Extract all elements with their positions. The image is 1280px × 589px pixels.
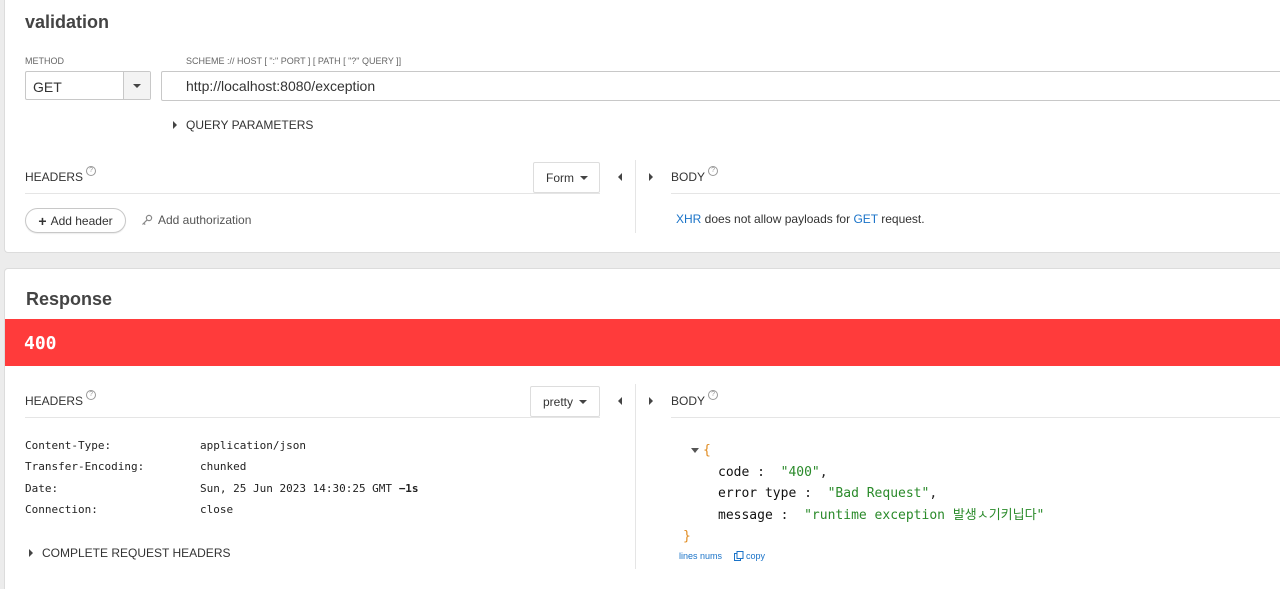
json-field: code : "400", bbox=[718, 464, 828, 480]
json-key: message bbox=[718, 507, 773, 523]
status-bar: 400 bbox=[5, 319, 1280, 366]
json-open-line: { bbox=[691, 440, 1044, 462]
chevron-down-icon bbox=[133, 84, 141, 88]
json-value: "400" bbox=[780, 464, 820, 480]
header-value: close bbox=[200, 503, 234, 517]
response-panel: Response 400 HEADERS ? pretty BODY ? Con… bbox=[4, 268, 1280, 589]
lines-nums-link[interactable]: lines nums bbox=[679, 551, 722, 561]
copy-icon bbox=[734, 551, 744, 561]
header-key: Content-Type: bbox=[25, 439, 112, 453]
header-time-delta: −1s bbox=[398, 481, 419, 495]
method-select[interactable]: GET bbox=[25, 71, 151, 100]
divider bbox=[25, 417, 600, 418]
help-icon[interactable]: ? bbox=[86, 390, 97, 400]
header-row: Transfer-Encoding: chunked bbox=[25, 456, 419, 477]
json-close-line: } bbox=[683, 526, 1044, 548]
request-body-title: BODY ? bbox=[671, 166, 719, 184]
url-format-label: SCHEME :// HOST [ ":" PORT ] [ PATH [ "?… bbox=[186, 56, 402, 66]
json-value: "runtime exception 발생ㅅ기키닙다" bbox=[804, 507, 1045, 523]
header-value: application/json bbox=[200, 439, 306, 453]
response-body-title: BODY ? bbox=[671, 390, 719, 408]
body-label: BODY bbox=[671, 394, 706, 408]
plus-icon: + bbox=[38, 212, 47, 229]
json-field: error type : "Bad Request", bbox=[718, 486, 938, 501]
header-row: Date: Sun, 25 Jun 2023 14:30:25 GMT −1s bbox=[25, 478, 419, 499]
expand-right-icon[interactable] bbox=[649, 397, 653, 405]
json-open-brace: { bbox=[703, 443, 711, 458]
json-key: error type bbox=[718, 486, 797, 501]
add-authorization-link[interactable]: Add authorization bbox=[141, 213, 251, 227]
divider bbox=[671, 193, 1280, 194]
help-icon[interactable]: ? bbox=[708, 166, 719, 176]
copy-label: copy bbox=[746, 551, 766, 561]
headers-mode-dropdown[interactable]: Form bbox=[533, 162, 600, 193]
xhr-link[interactable]: XHR bbox=[676, 212, 701, 226]
divider bbox=[635, 384, 636, 569]
complete-request-headers-toggle[interactable]: COMPLETE REQUEST HEADERS bbox=[29, 546, 230, 560]
body-label: BODY bbox=[671, 170, 706, 184]
header-value: Sun, 25 Jun 2023 14:30:25 GMT bbox=[200, 481, 399, 495]
response-headers-table: Content-Type: application/json Transfer-… bbox=[25, 435, 419, 520]
caret-right-icon bbox=[173, 121, 177, 129]
json-sep: , bbox=[819, 464, 828, 480]
json-viewer-actions: lines nums copy bbox=[679, 551, 765, 561]
json-field: message : "runtime exception 발생ㅅ기키닙다" bbox=[718, 507, 1045, 523]
method-label: METHOD bbox=[25, 56, 64, 66]
divider bbox=[25, 193, 600, 194]
add-header-button[interactable]: + Add header bbox=[25, 208, 126, 233]
query-parameters-toggle[interactable]: QUERY PARAMETERS bbox=[173, 118, 313, 132]
json-viewer: { code : "400", error type : "Bad Reques… bbox=[683, 440, 1045, 548]
response-title: Response bbox=[26, 289, 113, 309]
method-value: GET bbox=[33, 79, 62, 95]
request-headers-title: HEADERS ? bbox=[25, 166, 97, 184]
headers-label: HEADERS bbox=[25, 170, 84, 184]
request-title: validation bbox=[25, 12, 110, 32]
add-header-label: Add header bbox=[50, 213, 113, 228]
get-link[interactable]: GET bbox=[853, 212, 877, 226]
copy-link[interactable]: copy bbox=[734, 551, 765, 561]
response-headers-title: HEADERS ? bbox=[25, 390, 97, 408]
body-msg-end: request. bbox=[877, 212, 925, 226]
header-key: Connection: bbox=[25, 503, 98, 517]
expand-right-icon[interactable] bbox=[649, 173, 653, 181]
help-icon[interactable]: ? bbox=[708, 390, 719, 400]
json-sep: , bbox=[929, 486, 938, 501]
header-value: chunked bbox=[200, 460, 247, 474]
json-close-brace: } bbox=[683, 529, 691, 544]
header-row: Connection: close bbox=[25, 499, 419, 520]
chevron-down-icon bbox=[579, 399, 588, 404]
json-key: code bbox=[718, 464, 750, 480]
headers-format-value: pretty bbox=[543, 394, 574, 409]
divider bbox=[671, 417, 1280, 418]
collapse-left-icon[interactable] bbox=[618, 173, 622, 181]
body-payload-message: XHR does not allow payloads for GET requ… bbox=[676, 212, 925, 226]
request-panel: validation METHOD SCHEME :// HOST [ ":" … bbox=[4, 0, 1280, 253]
json-value: "Bad Request" bbox=[827, 486, 930, 501]
add-authorization-label: Add authorization bbox=[158, 213, 252, 227]
headers-format-dropdown[interactable]: pretty bbox=[530, 386, 600, 417]
chevron-down-icon bbox=[580, 175, 588, 180]
collapse-left-icon[interactable] bbox=[618, 397, 622, 405]
header-key: Date: bbox=[25, 481, 59, 495]
header-row: Content-Type: application/json bbox=[25, 435, 419, 456]
header-key: Transfer-Encoding: bbox=[25, 460, 145, 474]
body-msg-text: does not allow payloads for bbox=[701, 212, 854, 226]
collapse-caret-icon[interactable] bbox=[691, 448, 699, 453]
divider bbox=[635, 160, 636, 233]
query-parameters-label: QUERY PARAMETERS bbox=[186, 118, 314, 132]
status-code: 400 bbox=[24, 333, 57, 354]
help-icon[interactable]: ? bbox=[86, 166, 97, 176]
caret-right-icon bbox=[29, 549, 33, 557]
url-input[interactable] bbox=[161, 71, 1280, 101]
headers-mode-value: Form bbox=[546, 170, 574, 185]
method-dropdown-toggle[interactable] bbox=[123, 72, 150, 99]
complete-request-headers-label: COMPLETE REQUEST HEADERS bbox=[42, 546, 231, 560]
headers-label: HEADERS bbox=[25, 394, 84, 408]
key-icon bbox=[142, 214, 153, 226]
